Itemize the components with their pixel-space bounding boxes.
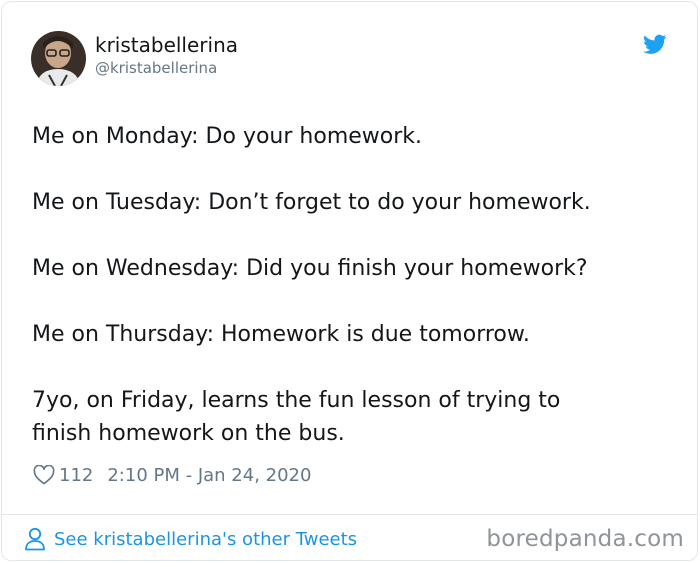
tweet-line-thursday: Me on Thursday: Homework is due tomorrow…: [32, 322, 530, 347]
twitter-bird-icon[interactable]: [643, 34, 667, 55]
avatar[interactable]: [31, 31, 86, 86]
divider: [1, 514, 698, 515]
watermark: boredpanda.com: [486, 526, 684, 552]
see-other-tweets-label[interactable]: See kristabellerina's other Tweets: [54, 529, 357, 550]
tweet-line-friday: 7yo, on Friday, learns the fun lesson of…: [32, 388, 561, 446]
author-handle[interactable]: @kristabellerina: [95, 58, 217, 78]
like-count[interactable]: 112: [59, 465, 93, 486]
timestamp[interactable]: 2:10 PM - Jan 24, 2020: [107, 465, 311, 486]
see-other-tweets-link[interactable]: See kristabellerina's other Tweets: [24, 525, 357, 553]
heart-icon[interactable]: [33, 465, 55, 485]
tweet-line-monday: Me on Monday: Do your homework.: [32, 124, 423, 149]
person-icon: [25, 527, 45, 551]
tweet-meta: 112 2:10 PM - Jan 24, 2020: [33, 462, 311, 488]
tweet-line-wednesday: Me on Wednesday: Did you finish your hom…: [32, 256, 588, 281]
tweet-text: Me on Monday: Do your homework. Me on Tu…: [32, 120, 672, 450]
author-name[interactable]: kristabellerina: [95, 32, 238, 58]
tweet-line-tuesday: Me on Tuesday: Don’t forget to do your h…: [32, 190, 591, 215]
